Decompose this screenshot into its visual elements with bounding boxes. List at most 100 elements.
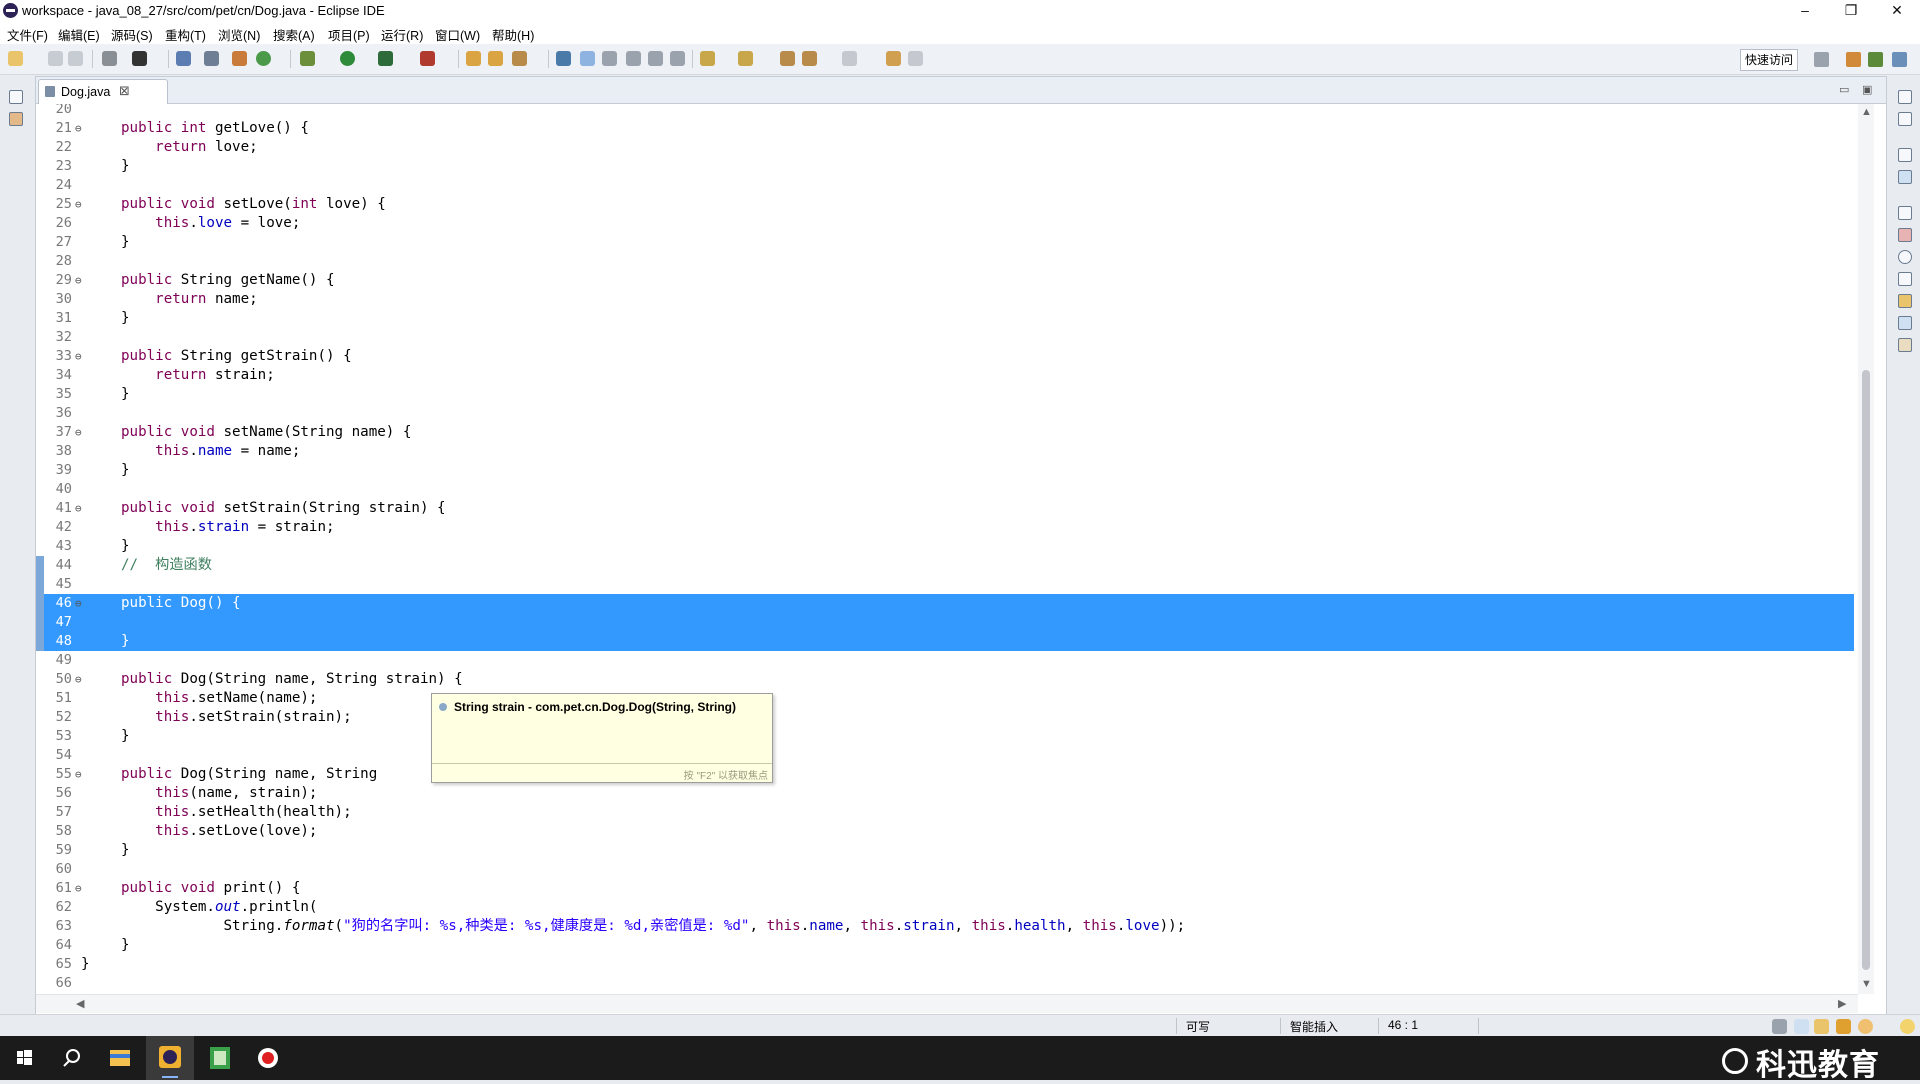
- new-package-icon[interactable]: [232, 51, 247, 66]
- java-ee-perspective-icon[interactable]: [1846, 52, 1861, 67]
- code-line[interactable]: 32: [36, 328, 1854, 347]
- code-line[interactable]: 40: [36, 480, 1854, 499]
- skip-breakpoints-icon[interactable]: [204, 51, 219, 66]
- code-line[interactable]: 33 ⊖ public String getStrain() {: [36, 347, 1854, 366]
- search-view-icon[interactable]: [1898, 294, 1912, 308]
- tab-dog-java[interactable]: Dog.java ⊠: [38, 79, 168, 104]
- code-line[interactable]: 62 System.out.println(: [36, 898, 1854, 917]
- code-line[interactable]: 46 ⊖ public Dog() {: [36, 594, 1854, 613]
- tip-bulb-icon[interactable]: [1900, 1019, 1915, 1034]
- annotation-icon[interactable]: [556, 51, 571, 66]
- undo-icon[interactable]: [886, 51, 901, 66]
- code-line[interactable]: 51 this.setName(name);: [36, 689, 1854, 708]
- fold-toggle-icon[interactable]: ⊖: [75, 499, 82, 518]
- menu-edit[interactable]: 编辑(E): [58, 25, 100, 44]
- minimize-button[interactable]: –: [1782, 0, 1828, 22]
- problems-icon[interactable]: [1898, 228, 1912, 242]
- code-line[interactable]: 42 this.strain = strain;: [36, 518, 1854, 537]
- vertical-scrollbar[interactable]: ▲ ▼: [1858, 104, 1874, 994]
- windows-start-icon[interactable]: [0, 1036, 48, 1080]
- code-line[interactable]: 39}: [36, 461, 1854, 480]
- horizontal-scrollbar[interactable]: ◀ ▶: [36, 994, 1858, 1013]
- save-all-icon[interactable]: [68, 51, 83, 66]
- external-tools-icon[interactable]: [420, 51, 435, 66]
- status-icon-4[interactable]: [1836, 1019, 1851, 1034]
- quick-access-field[interactable]: 快速访问: [1740, 49, 1798, 71]
- code-line[interactable]: 63 String.format("狗的名字叫: %s,种类是: %s,健康度是…: [36, 917, 1854, 936]
- code-line[interactable]: 22 return love;: [36, 138, 1854, 157]
- task-list-icon[interactable]: [1898, 170, 1912, 184]
- file-explorer-icon[interactable]: [96, 1036, 144, 1080]
- status-icon-3[interactable]: [1814, 1019, 1829, 1034]
- code-line[interactable]: 23}: [36, 157, 1854, 176]
- debug-perspective-switch-icon[interactable]: [1868, 52, 1883, 67]
- debug-icon[interactable]: [300, 51, 315, 66]
- code-line[interactable]: 64}: [36, 936, 1854, 955]
- menu-project[interactable]: 项目(P): [328, 25, 370, 44]
- fold-toggle-icon[interactable]: ⊖: [75, 195, 82, 214]
- open-type-icon[interactable]: [466, 51, 481, 66]
- code-line[interactable]: 65}: [36, 955, 1854, 974]
- progress-icon[interactable]: [1898, 338, 1912, 352]
- code-line[interactable]: 43}: [36, 537, 1854, 556]
- new-class-icon[interactable]: [256, 51, 271, 66]
- code-line[interactable]: 56 this(name, strain);: [36, 784, 1854, 803]
- tab-close-icon[interactable]: ⊠: [119, 83, 130, 99]
- menu-help[interactable]: 帮助(H): [492, 25, 534, 44]
- console-icon[interactable]: [1898, 316, 1912, 330]
- code-line[interactable]: 34 return strain;: [36, 366, 1854, 385]
- terminal-icon[interactable]: [176, 51, 191, 66]
- block-selection-icon[interactable]: [602, 51, 617, 66]
- code-line[interactable]: 31}: [36, 309, 1854, 328]
- coverage-icon[interactable]: [378, 51, 393, 66]
- menu-search[interactable]: 搜索(A): [273, 25, 315, 44]
- code-line[interactable]: 37 ⊖ public void setName(String name) {: [36, 423, 1854, 442]
- last-edit-icon[interactable]: [780, 51, 795, 66]
- fold-toggle-icon[interactable]: ⊖: [75, 594, 82, 613]
- code-line[interactable]: 45: [36, 575, 1854, 594]
- code-line[interactable]: 59}: [36, 841, 1854, 860]
- forward-icon[interactable]: [842, 51, 857, 66]
- package-explorer-icon[interactable]: [9, 112, 23, 126]
- fold-toggle-icon[interactable]: ⊖: [75, 271, 82, 290]
- restore-button[interactable]: ❐: [1828, 0, 1874, 22]
- code-line[interactable]: 47: [36, 613, 1854, 632]
- code-line[interactable]: 41 ⊖ public void setStrain(String strain) …: [36, 499, 1854, 518]
- open-perspective-icon[interactable]: [1814, 52, 1829, 67]
- restore-console-icon[interactable]: [1898, 206, 1912, 220]
- code-line[interactable]: 49: [36, 651, 1854, 670]
- close-button[interactable]: ✕: [1874, 0, 1920, 22]
- code-line[interactable]: 36: [36, 404, 1854, 423]
- menu-navigate[interactable]: 浏览(N): [218, 25, 260, 44]
- redo-icon[interactable]: [908, 51, 923, 66]
- code-line[interactable]: 28: [36, 252, 1854, 271]
- previous-annotation-icon[interactable]: [738, 51, 753, 66]
- scroll-left-icon[interactable]: ◀: [76, 997, 84, 1010]
- code-line[interactable]: 57 this.setHealth(health);: [36, 803, 1854, 822]
- fold-toggle-icon[interactable]: ⊖: [75, 879, 82, 898]
- taskbar-notes-icon[interactable]: [196, 1036, 244, 1080]
- fold-toggle-icon[interactable]: ⊖: [75, 119, 82, 138]
- status-icon-5[interactable]: [1858, 1019, 1873, 1034]
- back-icon[interactable]: [802, 51, 817, 66]
- code-line[interactable]: 29 ⊖ public String getName() {: [36, 271, 1854, 290]
- save-icon[interactable]: [48, 51, 63, 66]
- taskbar-eclipse-icon[interactable]: [146, 1036, 194, 1080]
- open-folder-icon[interactable]: [488, 51, 503, 66]
- menu-window[interactable]: 窗口(W): [435, 25, 480, 44]
- scroll-thumb[interactable]: [1862, 370, 1870, 970]
- restore-task-icon[interactable]: [1898, 148, 1912, 162]
- code-line[interactable]: 21 ⊖ public int getLove() {: [36, 119, 1854, 138]
- code-line[interactable]: 27}: [36, 233, 1854, 252]
- next-annotation-icon[interactable]: [700, 51, 715, 66]
- scroll-right-icon[interactable]: ▶: [1838, 997, 1846, 1010]
- java-perspective-icon[interactable]: [1892, 52, 1907, 67]
- code-line[interactable]: 50 ⊖ public Dog(String name, String strain…: [36, 670, 1854, 689]
- code-line[interactable]: 26 this.love = love;: [36, 214, 1854, 233]
- scroll-up-icon[interactable]: ▲: [1861, 106, 1872, 118]
- menu-file[interactable]: 文件(F): [7, 25, 48, 44]
- code-line[interactable]: 30 return name;: [36, 290, 1854, 309]
- fold-toggle-icon[interactable]: ⊖: [75, 423, 82, 442]
- code-line[interactable]: 53}: [36, 727, 1854, 746]
- javadoc-hover-tooltip[interactable]: String strain - com.pet.cn.Dog.Dog(Strin…: [431, 693, 773, 783]
